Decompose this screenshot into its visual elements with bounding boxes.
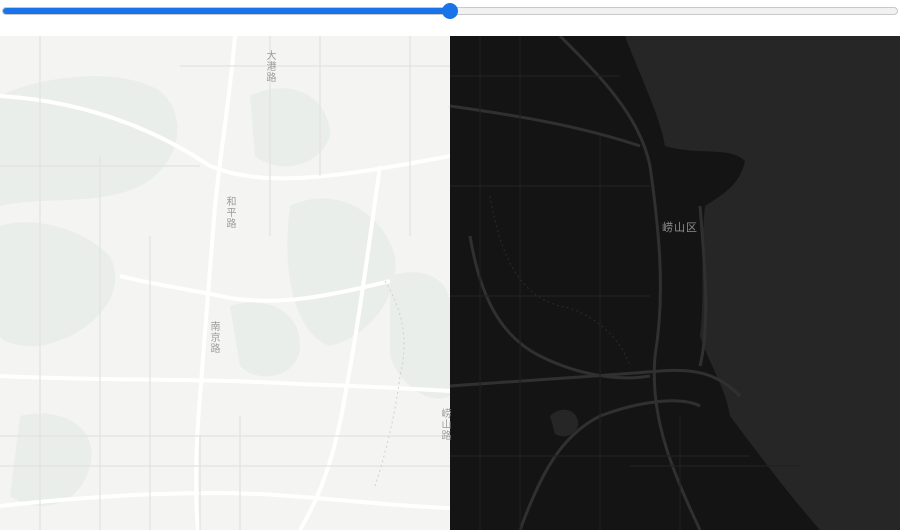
- map-compare-view[interactable]: 大港路 和平路 南京路 崂山路 崂山区: [0, 36, 900, 530]
- light-map-layer: [0, 36, 451, 530]
- compare-slider-bar: [0, 0, 900, 36]
- road-label-4: 崂山路: [439, 408, 450, 441]
- road-label-2: 和平路: [224, 196, 235, 229]
- dark-map-layer: [449, 36, 900, 530]
- road-label-3: 南京路: [208, 321, 219, 354]
- road-label-1: 大港路: [264, 50, 275, 83]
- district-label: 崂山区: [662, 221, 698, 234]
- map-canvas: [0, 36, 900, 530]
- slider-thumb[interactable]: [442, 3, 458, 19]
- slider-fill: [3, 8, 450, 14]
